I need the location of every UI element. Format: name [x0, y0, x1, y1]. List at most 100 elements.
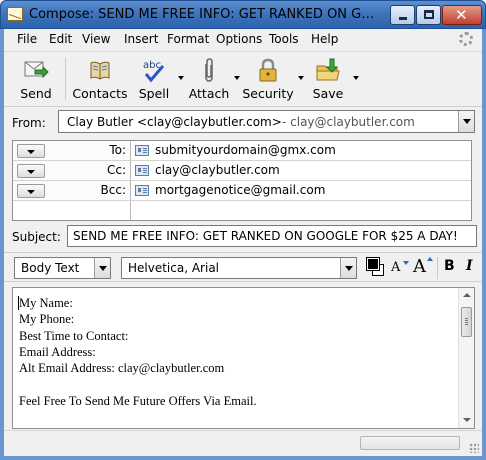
- save-folder-icon: [316, 58, 340, 81]
- address-card-icon: [135, 165, 149, 176]
- text-color-swatch: [366, 257, 380, 271]
- scroll-down-arrow-icon[interactable]: [463, 418, 471, 422]
- menu-format[interactable]: Format: [167, 32, 209, 46]
- minimize-button[interactable]: [390, 5, 415, 25]
- menu-insert[interactable]: Insert: [124, 32, 158, 46]
- maximize-button[interactable]: [416, 5, 441, 25]
- from-row: From: Clay Butler <clay@claybutler.com> …: [4, 106, 482, 137]
- recipient-address[interactable]: submityourdomain@gmx.com: [155, 143, 336, 157]
- body-line: Alt Email Address: clay@claybutler.com: [19, 361, 225, 376]
- recipient-list: To: submityourdomain@gmx.com Cc: clay@cl…: [12, 140, 472, 221]
- menu-options[interactable]: Options: [216, 32, 262, 46]
- from-dropdown-arrow-icon[interactable]: [458, 111, 474, 132]
- compose-envelope-icon: [7, 7, 23, 21]
- security-label: Security: [242, 86, 294, 101]
- spell-check-icon: abc: [143, 60, 165, 83]
- font-dropdown-arrow-icon[interactable]: [340, 258, 356, 278]
- italic-button[interactable]: I: [466, 258, 473, 274]
- bold-button[interactable]: B: [444, 258, 455, 274]
- spell-label: Spell: [138, 86, 170, 101]
- body-line: [19, 376, 257, 392]
- address-card-icon: [135, 185, 149, 196]
- body-line: Feel Free To Send Me Future Offers Via E…: [19, 393, 257, 408]
- minimize-icon: [399, 17, 407, 20]
- recipient-type-dropdown-button[interactable]: [17, 144, 45, 158]
- attach-label: Attach: [188, 86, 230, 101]
- body-line: Email Address:: [19, 344, 96, 359]
- close-icon: ✕: [455, 6, 468, 24]
- subject-row: Subject: SEND ME FREE INFO: GET RANKED O…: [4, 223, 482, 250]
- font-value: Helvetica, Arial: [128, 261, 220, 275]
- subject-input[interactable]: SEND ME FREE INFO: GET RANKED ON GOOGLE …: [67, 225, 477, 247]
- save-button[interactable]: Save: [311, 56, 345, 102]
- subject-label: Subject:: [12, 230, 61, 244]
- toolbar-separator: [65, 58, 66, 100]
- font-select[interactable]: Helvetica, Arial: [121, 257, 357, 279]
- menu-help[interactable]: Help: [311, 32, 338, 46]
- maximize-icon: [424, 10, 434, 19]
- recipient-type-dropdown-button[interactable]: [17, 184, 45, 198]
- menu-file[interactable]: File: [17, 32, 37, 46]
- spell-dropdown-arrow-icon[interactable]: [178, 76, 184, 80]
- recipient-type-to: To:: [13, 141, 131, 160]
- contacts-label: Contacts: [72, 86, 128, 101]
- recipient-row-cc[interactable]: Cc: clay@claybutler.com: [13, 161, 471, 181]
- address-card-icon: [135, 145, 149, 156]
- recipient-type-label: Bcc:: [100, 183, 126, 197]
- menu-view[interactable]: View: [82, 32, 110, 46]
- from-identity-value: Clay Butler <clay@claybutler.com>: [67, 115, 282, 129]
- body-line: Best Time to Contact:: [19, 328, 129, 343]
- attach-button[interactable]: Attach: [187, 56, 231, 102]
- body-line: My Phone:: [19, 312, 75, 327]
- security-button[interactable]: Security: [240, 56, 296, 102]
- recipient-type-label: To:: [109, 143, 126, 157]
- send-icon: [24, 61, 49, 79]
- activity-throbber-icon: [459, 32, 473, 46]
- recipient-type-empty: [13, 201, 131, 220]
- text-color-picker[interactable]: [364, 256, 384, 280]
- larger-arrow-icon: [427, 257, 433, 261]
- body-line: My Name:: [19, 296, 73, 310]
- security-dropdown-arrow-icon[interactable]: [298, 76, 304, 80]
- send-button[interactable]: Send: [14, 56, 58, 102]
- title-bar[interactable]: Compose: SEND ME FREE INFO: GET RANKED O…: [0, 0, 486, 29]
- format-separator: [437, 257, 438, 279]
- format-toolbar: Body Text Helvetica, Arial A A B I: [4, 252, 482, 282]
- paragraph-style-dropdown-arrow-icon[interactable]: [94, 258, 110, 278]
- recipient-row-empty[interactable]: [13, 201, 471, 221]
- message-body-text: My Name: My Phone: Best Time to Contact:…: [19, 295, 257, 409]
- scroll-thumb[interactable]: [461, 307, 472, 337]
- from-label: From:: [12, 116, 46, 130]
- close-button[interactable]: ✕: [442, 5, 482, 25]
- scroll-up-arrow-icon[interactable]: [463, 293, 471, 297]
- larger-font-button[interactable]: A: [413, 256, 426, 277]
- recipient-type-dropdown-button[interactable]: [17, 164, 45, 178]
- smaller-font-button[interactable]: A: [391, 260, 400, 275]
- window-title: Compose: SEND ME FREE INFO: GET RANKED O…: [29, 7, 381, 22]
- recipient-row-to[interactable]: To: submityourdomain@gmx.com: [13, 141, 471, 161]
- address-book-icon: [90, 61, 110, 80]
- compose-toolbar: Send Contacts abc Spell Attach Security: [4, 51, 482, 104]
- resize-grip-icon[interactable]: [469, 443, 479, 453]
- recipient-type-cc: Cc:: [13, 161, 131, 180]
- paragraph-style-value: Body Text: [21, 261, 80, 275]
- padlock-icon: [259, 58, 277, 82]
- menu-tools[interactable]: Tools: [269, 32, 299, 46]
- recipient-row-bcc[interactable]: Bcc: mortgagenotice@gmail.com: [13, 181, 471, 201]
- menu-bar: File Edit View Insert Format Options Too…: [4, 29, 482, 49]
- paragraph-style-select[interactable]: Body Text: [14, 257, 111, 279]
- menu-edit[interactable]: Edit: [49, 32, 72, 46]
- message-body-editor[interactable]: My Name: My Phone: Best Time to Contact:…: [12, 287, 475, 429]
- recipient-address[interactable]: clay@claybutler.com: [155, 163, 280, 177]
- contacts-button[interactable]: Contacts: [72, 56, 128, 102]
- recipient-type-bcc: Bcc:: [13, 181, 131, 200]
- smaller-arrow-icon: [403, 261, 409, 265]
- recipient-address[interactable]: mortgagenotice@gmail.com: [155, 183, 325, 197]
- save-dropdown-arrow-icon[interactable]: [353, 76, 359, 80]
- from-account-value: - clay@claybutler.com: [282, 115, 415, 129]
- recipient-type-label: Cc:: [106, 163, 126, 177]
- spell-button[interactable]: abc Spell: [134, 56, 174, 102]
- paperclip-icon: [205, 58, 213, 82]
- from-identity-select[interactable]: Clay Butler <clay@claybutler.com> - clay…: [58, 110, 475, 133]
- body-scrollbar[interactable]: [458, 288, 474, 428]
